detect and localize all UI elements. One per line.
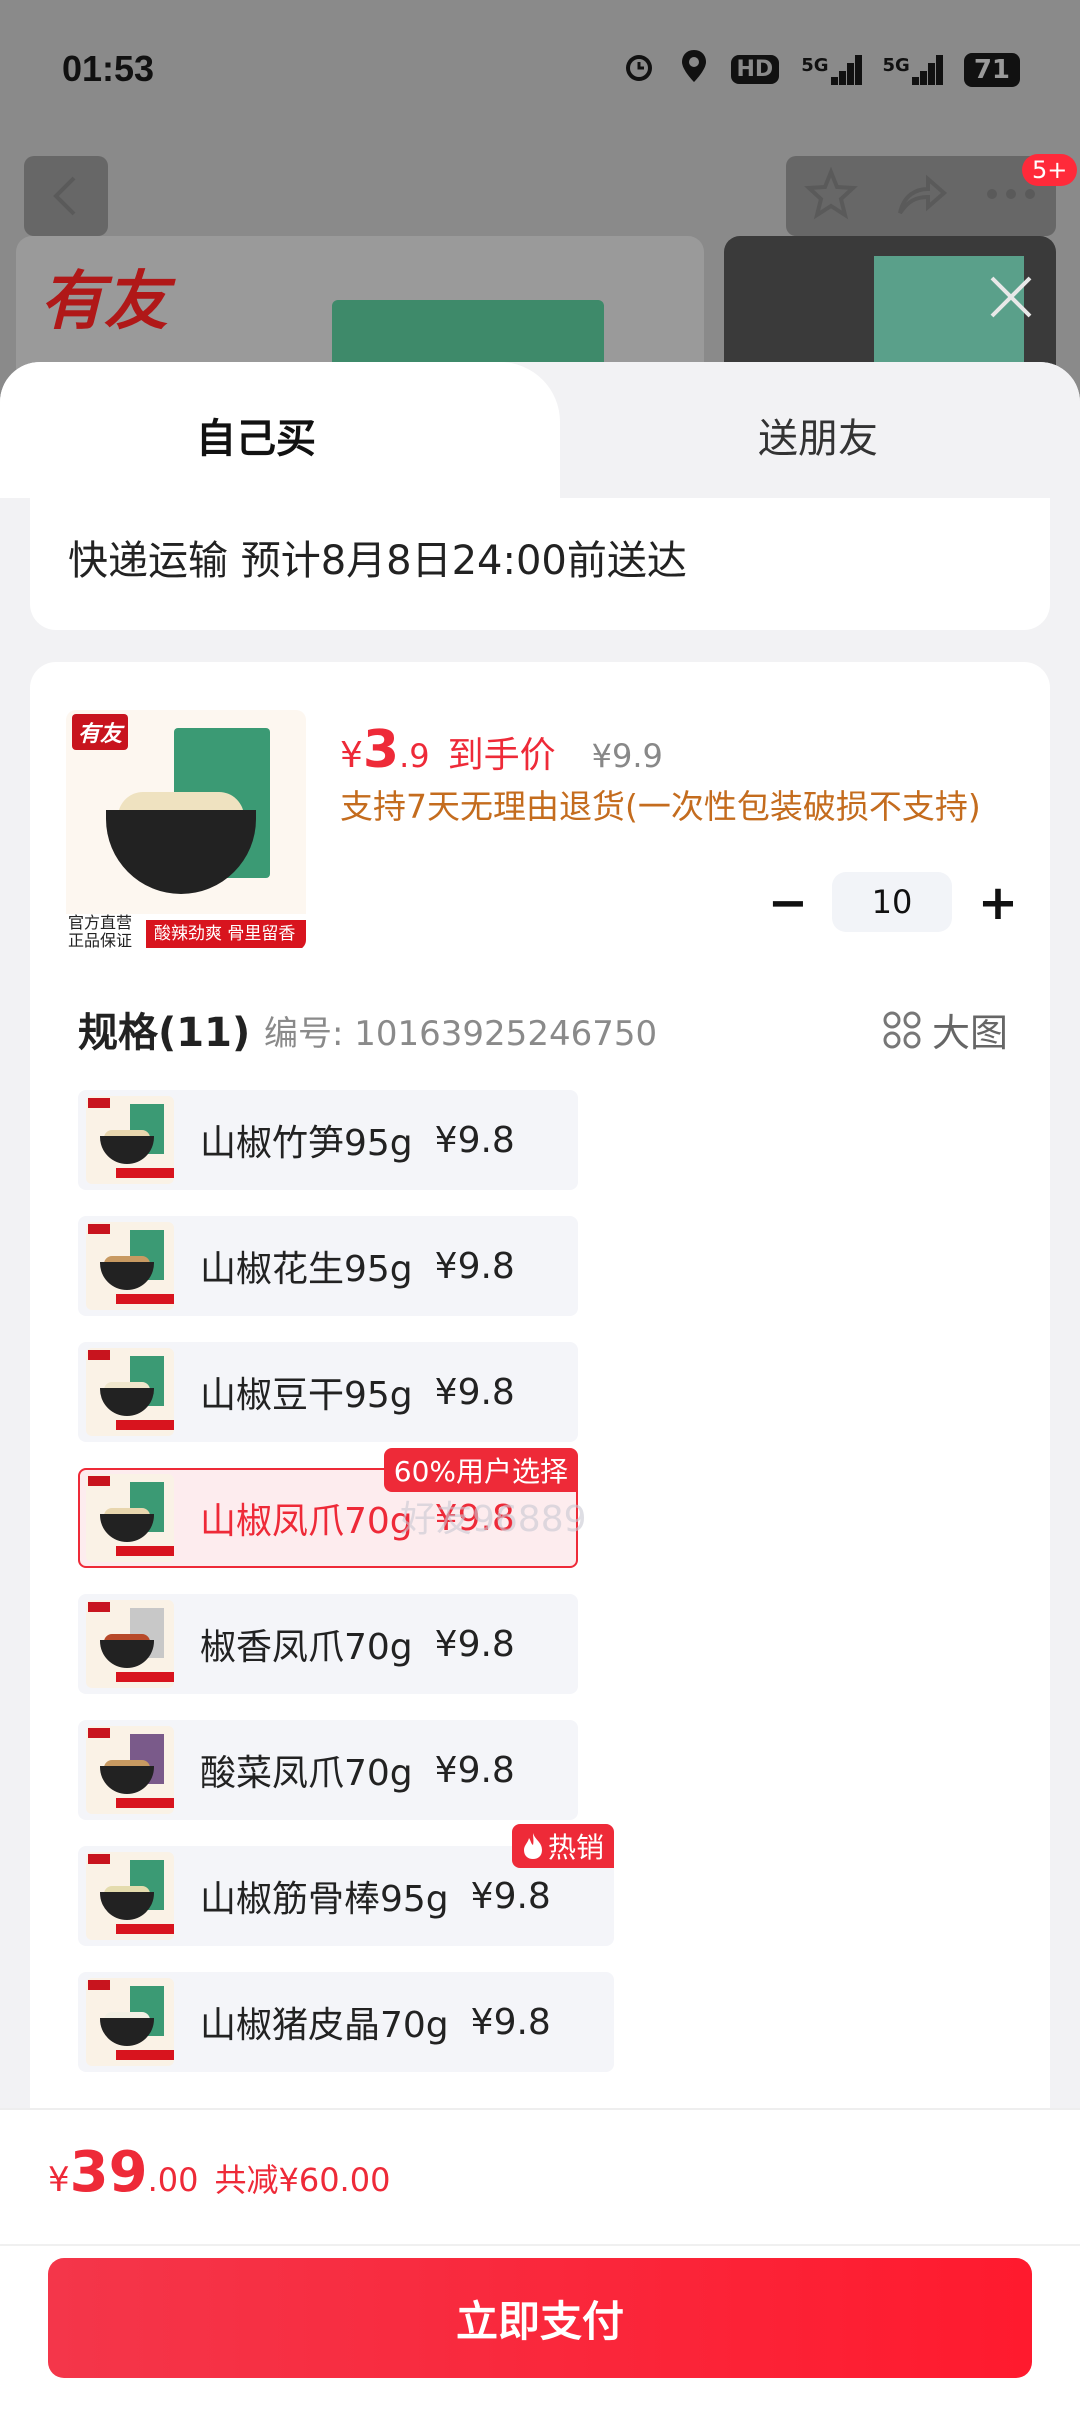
header-actions xyxy=(786,156,1056,236)
spec-name: 山椒豆干95g xyxy=(200,1375,413,1416)
watermark: 好友96889 xyxy=(400,1499,587,1540)
close-button[interactable] xyxy=(984,270,1038,324)
delivery-card: 快递运输 预计8月8日24:00前送达 xyxy=(30,498,1050,630)
spec-name: 山椒竹笋95g xyxy=(200,1123,413,1164)
spec-option[interactable]: 山椒豆干95g ¥9.8 xyxy=(78,1342,578,1442)
spec-name: 椒香凤爪70g xyxy=(200,1627,413,1668)
hot-sale-badge: 热销 xyxy=(511,1824,614,1868)
total-discount: 共减¥60.00 xyxy=(214,2161,391,2199)
spec-header: 规格(11) 编号: 10163925246750 大图 xyxy=(78,1000,1038,1060)
spec-thumbnail xyxy=(86,1474,174,1562)
spec-name: 山椒筋骨棒95g xyxy=(200,1879,449,1920)
price-row: ¥ 3 .9 到手价 ¥9.9 xyxy=(340,720,663,780)
spec-name: 山椒花生95g xyxy=(200,1249,413,1290)
original-price: ¥9.9 xyxy=(591,737,663,775)
hd-icon: HD xyxy=(730,55,780,84)
currency-symbol: ¥ xyxy=(340,735,363,776)
favorite-button[interactable] xyxy=(804,166,858,225)
final-price-label: 到手价 xyxy=(447,735,556,776)
star-icon xyxy=(804,166,858,220)
delivery-info: 快递运输 预计8月8日24:00前送达 xyxy=(68,538,687,584)
notification-badge: 5+ xyxy=(1022,154,1078,186)
spec-name: 山椒猪皮晶70g xyxy=(200,2005,449,2046)
brand-logo: 有友 xyxy=(72,714,129,750)
share-button[interactable] xyxy=(894,167,948,225)
more-icon xyxy=(987,189,1035,199)
total-integer: 39 xyxy=(69,2140,148,2205)
spec-option[interactable]: 酸菜凤爪70g ¥9.8 xyxy=(78,1720,578,1820)
total-currency: ¥ xyxy=(48,2160,70,2200)
tab-gift-to-friend[interactable]: 送朋友 xyxy=(758,406,878,464)
spec-option[interactable]: 椒香凤爪70g ¥9.8 xyxy=(78,1594,578,1694)
location-icon xyxy=(679,48,709,91)
close-icon xyxy=(990,276,1032,318)
more-button[interactable] xyxy=(984,184,1038,208)
tab-buy-for-self[interactable]: 自己买 xyxy=(196,406,316,464)
alarm-icon xyxy=(621,48,657,91)
spec-price: ¥9.8 xyxy=(434,1749,515,1791)
spec-title: 规格(11) xyxy=(78,1010,251,1056)
spec-option[interactable]: 山椒花生95g ¥9.8 xyxy=(78,1216,578,1316)
increase-quantity-button[interactable]: + xyxy=(972,872,1024,934)
spec-option[interactable]: 山椒竹笋95g ¥9.8 xyxy=(78,1090,578,1190)
quantity-input[interactable]: 10 xyxy=(832,872,952,932)
return-policy: 支持7天无理由退货(一次性包装破损不支持) xyxy=(340,787,981,826)
spec-thumbnail xyxy=(86,1348,174,1436)
spec-name: 酸菜凤爪70g xyxy=(200,1753,413,1794)
spec-thumbnail xyxy=(86,1096,174,1184)
share-icon xyxy=(898,174,948,215)
spec-option[interactable]: 山椒猪皮晶70g ¥9.8 xyxy=(78,1972,614,2072)
total-decimal: .00 xyxy=(147,2161,199,2199)
product-thumbnail[interactable]: 有友 官方直营 正品保证 酸辣劲爽 骨里留香 xyxy=(66,710,306,950)
total-price: ¥ 39 .00 共减¥60.00 xyxy=(48,2140,390,2205)
big-image-label: 大图 xyxy=(931,1011,1008,1055)
flame-icon xyxy=(523,1833,542,1859)
official-guarantee-label: 官方直营 正品保证 xyxy=(68,913,133,950)
signal-icon: 5G xyxy=(883,54,943,85)
spec-price: ¥9.8 xyxy=(434,1245,515,1287)
pay-now-button[interactable]: 立即支付 xyxy=(48,2258,1032,2378)
spec-price: ¥9.8 xyxy=(434,1119,515,1161)
price-decimal: .9 xyxy=(399,737,430,775)
quantity-stepper: − 10 + xyxy=(750,872,1040,934)
spec-list: 山椒竹笋95g ¥9.8 山椒花生95g ¥9.8 山椒豆干95g ¥9.8 山… xyxy=(78,1090,778,2098)
purchase-sheet: 自己买 送朋友 快递运输 预计8月8日24:00前送达 有友 官方直营 正品保证… xyxy=(0,362,1080,2412)
checkout-bar: ¥ 39 .00 共减¥60.00 立即支付 xyxy=(0,2108,1080,2412)
spec-name: 山椒凤爪70g xyxy=(200,1501,413,1542)
price-integer: 3 xyxy=(362,720,400,780)
status-time: 01:53 xyxy=(62,48,155,89)
grid-icon xyxy=(883,1011,921,1048)
brand-logo: 有友 xyxy=(40,265,168,339)
product-bowl-image xyxy=(106,810,256,894)
purchase-tabs: 自己买 送朋友 xyxy=(0,362,1080,498)
chevron-left-icon xyxy=(53,176,76,216)
hot-sale-label: 热销 xyxy=(547,1831,604,1864)
spec-price: ¥9.8 xyxy=(470,1875,551,1917)
spec-option[interactable]: 山椒筋骨棒95g ¥9.8 热销 xyxy=(78,1824,614,1946)
divider xyxy=(0,2244,1080,2246)
status-bar: 01:53 HD 5G 5G 71 xyxy=(0,0,1080,140)
spec-thumbnail xyxy=(86,1222,174,1310)
signal-icon: 5G xyxy=(801,54,862,85)
spec-thumbnail xyxy=(86,1600,174,1688)
spec-price: ¥9.8 xyxy=(434,1371,515,1413)
battery-icon: 71 xyxy=(963,52,1020,87)
product-code: 编号: 10163925246750 xyxy=(264,1014,658,1054)
spec-thumbnail xyxy=(86,1852,174,1940)
spec-price: ¥9.8 xyxy=(470,2001,551,2043)
status-icons: HD 5G 5G 71 xyxy=(621,48,1020,91)
popular-choice-badge: 60%用户选择 xyxy=(383,1448,578,1492)
spec-thumbnail xyxy=(86,1978,174,2066)
product-slogan: 酸辣劲爽 骨里留香 xyxy=(146,920,306,948)
big-image-toggle[interactable]: 大图 xyxy=(882,1002,1008,1057)
spec-price: ¥9.8 xyxy=(434,1623,515,1665)
spec-thumbnail xyxy=(86,1726,174,1814)
back-button[interactable] xyxy=(24,156,108,236)
decrease-quantity-button[interactable]: − xyxy=(762,872,814,934)
